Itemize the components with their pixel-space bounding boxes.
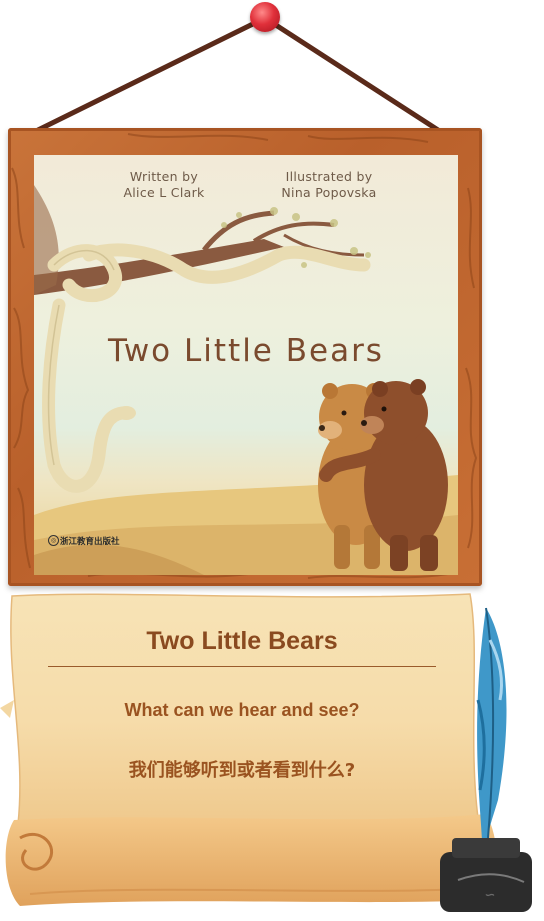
quill-inkpot-icon: ∽ — [440, 607, 532, 912]
author-name: Alice L Clark — [123, 185, 205, 200]
publisher-name: 浙江教育出版社 — [60, 537, 120, 547]
question-english: What can we hear and see? — [124, 700, 360, 720]
illustrator-name: Nina Popovska — [281, 185, 377, 200]
illustrator-credit: Illustrated by Nina Popovska — [254, 169, 404, 201]
publisher-logo-icon: ◎ — [48, 535, 59, 546]
pushpin-icon — [250, 2, 280, 32]
scroll-title: Two Little Bears — [146, 627, 338, 655]
title-divider — [48, 666, 436, 667]
cover-title: Two Little Bears — [108, 333, 384, 369]
illustrated-by-label: Illustrated by — [285, 169, 373, 184]
written-by-label: Written by — [129, 169, 199, 184]
svg-text:∽: ∽ — [485, 885, 495, 904]
author-credit: Written by Alice L Clark — [104, 169, 224, 201]
question-chinese: 我们能够听到或者看到什么? — [128, 760, 356, 781]
book-cover-image: Written by Alice L Clark Illustrated by … — [34, 155, 458, 575]
